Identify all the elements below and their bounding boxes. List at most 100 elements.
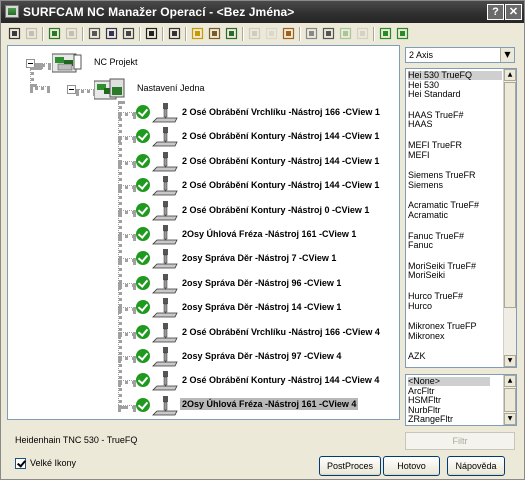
chevron-down-icon[interactable]: ▼ <box>500 48 514 62</box>
toolpath-icon <box>151 346 179 368</box>
post-list-scrollbar[interactable]: ▲ ▼ <box>503 69 516 367</box>
nc-post-icon[interactable] <box>224 26 239 41</box>
postprocessor-item[interactable]: Siemens <box>408 180 502 190</box>
operation-item[interactable]: 2osy Správa Děr -Nástroj 96 -CView 1 <box>118 273 396 295</box>
operation-item[interactable]: 2 Osé Obrábění Vrchlíku -Nástroj 166 -CV… <box>118 322 396 344</box>
postprocessor-item[interactable]: Hei Standard <box>408 90 502 99</box>
verify-icon[interactable] <box>190 26 205 41</box>
check-icon <box>136 153 150 168</box>
operation-item[interactable]: 2 Osé Obrábění Kontury -Nástroj 0 -CView… <box>118 200 396 222</box>
filter-list-scrollbar[interactable]: ▲ ▼ <box>503 375 516 425</box>
scroll-up-icon[interactable]: ▲ <box>504 375 516 387</box>
scroll-thumb[interactable] <box>504 388 516 412</box>
postproces-button[interactable]: PostProces <box>319 456 381 476</box>
postprocessor-item[interactable]: Fanuc TrueF# <box>408 231 502 241</box>
postprocessor-item[interactable]: Acramatic <box>408 211 502 220</box>
postprocessor-item[interactable]: MEFI TrueFR <box>408 141 502 150</box>
operation-label: 2Osy Úhlová Fréza -Nástroj 161 -CView 1 <box>182 229 357 239</box>
operation-item[interactable]: 2osy Správa Děr -Nástroj 14 -CView 1 <box>118 297 396 319</box>
operation-label: 2osy Správa Děr -Nástroj 14 -CView 1 <box>182 302 342 313</box>
group-icon[interactable] <box>338 26 353 41</box>
scroll-down-icon[interactable]: ▼ <box>504 413 516 425</box>
toolbar-separator <box>42 27 44 41</box>
postprocessor-item[interactable]: Hurco TrueF# <box>408 292 502 301</box>
axis-select[interactable]: 2 Axis ▼ <box>405 47 515 63</box>
operation-item[interactable]: 2 Osé Obrábění Kontury -Nástroj 144 -CVi… <box>118 151 396 173</box>
done-button[interactable]: Hotovo <box>383 456 440 476</box>
filter-button[interactable]: Filtr <box>405 432 515 450</box>
operation-item[interactable]: 2osy Správa Děr -Nástroj 7 -CView 1 <box>118 248 396 270</box>
delete-icon[interactable] <box>144 26 159 41</box>
large-icons-label[interactable]: Velké Ikony <box>30 458 76 468</box>
scroll-up-icon[interactable]: ▲ <box>504 69 516 81</box>
move-down-icon[interactable] <box>395 26 410 41</box>
new-file-icon[interactable] <box>304 26 319 41</box>
postprocessor-item[interactable]: AZK <box>408 352 502 361</box>
paste-icon[interactable] <box>121 26 136 41</box>
nc-project-label[interactable]: NC Projekt <box>94 57 138 67</box>
operation-item[interactable]: 2Osy Úhlová Fréza -Nástroj 161 -CView 4 <box>118 395 396 417</box>
paste-op-icon[interactable] <box>64 26 79 41</box>
edit-icon[interactable] <box>264 26 279 41</box>
toolpath-icon <box>151 370 179 392</box>
toolpath-icon <box>151 102 179 124</box>
ungroup-icon[interactable] <box>355 26 370 41</box>
postprocessor-item[interactable]: HAAS TrueF# <box>408 110 502 120</box>
postprocessor-item[interactable]: MoriSeiki <box>408 271 502 280</box>
help-title-button[interactable]: ? <box>487 4 504 20</box>
filter-item[interactable]: ZRangeFltr <box>408 415 453 424</box>
save-icon[interactable] <box>321 26 336 41</box>
filter-item[interactable]: ArcFltr <box>408 386 435 396</box>
postprocessor-item[interactable]: HAAS <box>408 120 502 129</box>
large-icons-checkbox[interactable]: Velké Ikony <box>15 458 105 470</box>
operation-item[interactable]: 2osy Správa Děr -Nástroj 97 -CView 4 <box>118 346 396 368</box>
setup-label[interactable]: Nastavení Jedna <box>137 83 205 93</box>
postprocessor-item[interactable]: MEFI <box>408 150 502 160</box>
scroll-thumb[interactable] <box>504 82 516 308</box>
operation-item[interactable]: 2 Osé Obrábění Kontury -Nástroj 144 -CVi… <box>118 126 396 148</box>
operations-tree[interactable]: NC Projekt Nastavení Jedna 2 Osé Obráběn… <box>7 45 400 420</box>
expand-all-icon[interactable] <box>7 26 22 41</box>
collapse-all-icon[interactable] <box>24 26 39 41</box>
postprocessor-item[interactable]: Acramatic TrueF# <box>408 201 502 210</box>
postprocessor-item[interactable]: Mikronex <box>408 331 502 341</box>
tree-connector <box>118 209 136 214</box>
tool-info-icon[interactable] <box>207 26 222 41</box>
postprocessor-item[interactable]: Hei 530 TrueFQ <box>408 71 502 80</box>
scroll-down-icon[interactable]: ▼ <box>504 355 516 367</box>
operation-item[interactable]: 2 Osé Obrábění Kontury -Nástroj 144 -CVi… <box>118 370 396 392</box>
title-bar: SURFCAM NC Manažer Operací - <Bez Jména>… <box>1 1 524 23</box>
postprocessor-item[interactable]: Siemens TrueFR <box>408 171 502 180</box>
postprocessor-item[interactable]: Hei 530 <box>408 80 502 90</box>
postprocessor-item[interactable]: MoriSeiki TrueF# <box>408 261 502 271</box>
checkbox-box[interactable] <box>15 458 26 469</box>
postprocessor-item[interactable]: Fanuc <box>408 241 502 250</box>
operation-item[interactable]: 2 Osé Obrábění Kontury -Nástroj 144 -CVi… <box>118 175 396 197</box>
regen-icon[interactable] <box>247 26 262 41</box>
move-up-icon[interactable] <box>378 26 393 41</box>
copy-op-icon[interactable] <box>47 26 62 41</box>
copy-icon[interactable] <box>104 26 119 41</box>
toolpath-icon <box>151 151 179 173</box>
close-button[interactable]: ✕ <box>505 4 522 20</box>
postprocessor-item[interactable]: Mikronex TrueFP <box>408 322 502 331</box>
postprocessor-list[interactable]: AZK Mikronex Mikronex TrueFP Hurco Hurco Tru… <box>405 68 517 368</box>
help-button[interactable]: Nápověda <box>447 456 505 476</box>
setup-expander[interactable] <box>67 85 76 94</box>
filter-item[interactable]: HSMFltr <box>408 396 441 405</box>
operation-item[interactable]: 2 Osé Obrábění Vrchlíku -Nástroj 166 -CV… <box>118 102 396 124</box>
axis-select-value: 2 Axis <box>409 50 434 60</box>
check-icon <box>136 349 150 363</box>
tree-connector <box>118 282 136 287</box>
filter-item[interactable]: <None> <box>408 377 490 386</box>
window-title: SURFCAM NC Manažer Operací - <Bez Jména> <box>23 5 295 19</box>
operation-item[interactable]: 2Osy Úhlová Fréza -Nástroj 161 -CView 1 <box>118 224 396 246</box>
toolpath-icon <box>151 395 179 417</box>
postprocessor-item[interactable]: Hurco <box>408 301 502 311</box>
cut-icon[interactable] <box>87 26 102 41</box>
filter-list[interactable]: ZRangeFltr NurbFltr HSMFltr ArcFltr <None> ▲… <box>405 374 517 426</box>
filter-item[interactable]: NurbFltr <box>408 405 441 415</box>
time-icon[interactable] <box>167 26 182 41</box>
check-icon <box>136 300 150 315</box>
sort-icon[interactable] <box>281 26 296 41</box>
